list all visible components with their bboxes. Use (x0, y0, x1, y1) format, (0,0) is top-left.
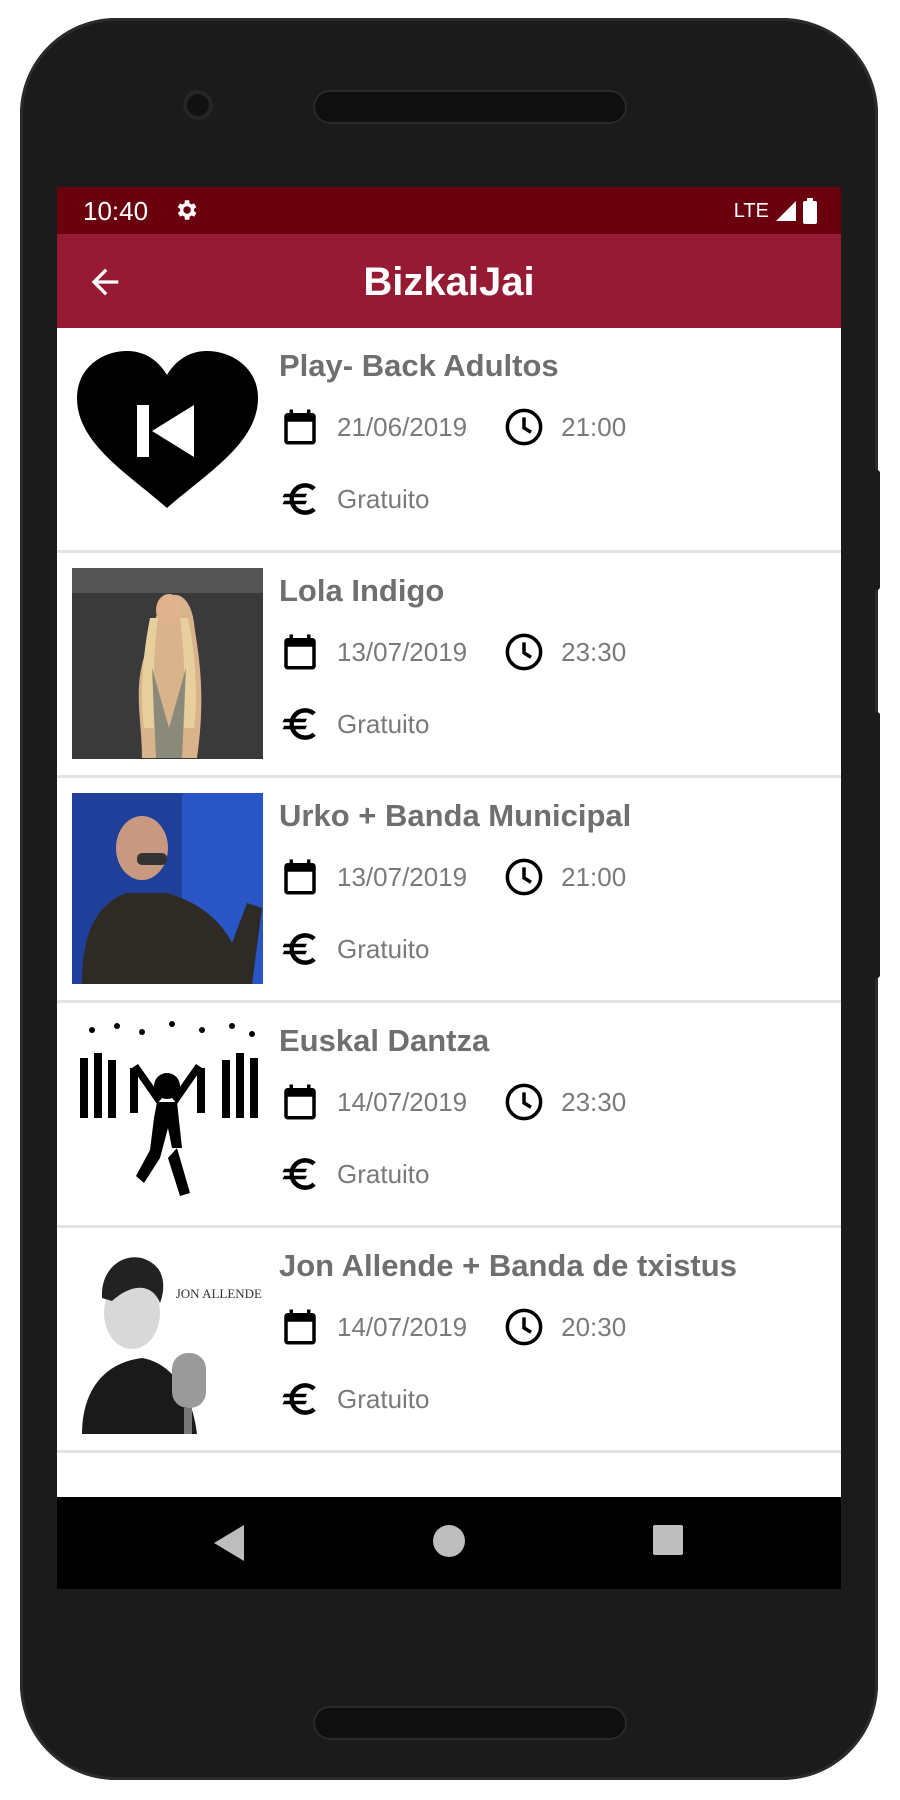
event-title: Euskal Dantza (279, 1023, 490, 1058)
event-item[interactable]: Euskal Dantza 14/07/2019 23:30 Gratuito (57, 1003, 841, 1228)
clock-icon (505, 1308, 543, 1346)
euro-icon (282, 933, 316, 965)
event-item[interactable]: Play- Back Adultos 21/06/2019 21:00 Grat… (57, 328, 841, 553)
event-title: Lola Indigo (279, 573, 445, 608)
event-price-row: Gratuito (279, 703, 430, 745)
event-item[interactable]: Lola Indigo 13/07/2019 23:30 Gratuito (57, 553, 841, 778)
event-list[interactable]: Play- Back Adultos 21/06/2019 21:00 Grat… (57, 328, 841, 1453)
event-date: 13/07/2019 (337, 861, 468, 892)
event-item[interactable]: Urko + Banda Municipal 13/07/2019 21:00 … (57, 778, 841, 1003)
calendar-icon (284, 634, 316, 670)
event-price: Gratuito (337, 483, 430, 514)
battery-icon (803, 198, 817, 224)
event-date: 13/07/2019 (337, 636, 468, 667)
event-time: 21:00 (561, 411, 627, 442)
status-time: 10:40 (83, 196, 149, 226)
front-camera (183, 90, 213, 120)
event-datetime-row: 21/06/2019 21:00 (279, 406, 626, 448)
event-title: Play- Back Adultos (279, 348, 559, 383)
clock-icon (505, 1083, 543, 1121)
clock-icon (505, 408, 543, 446)
event-price-row: Gratuito (279, 1378, 430, 1420)
singer-photo (72, 568, 263, 759)
event-datetime-row: 14/07/2019 20:30 (279, 1306, 626, 1348)
event-title: Jon Allende + Banda de txistus (279, 1248, 737, 1283)
earpiece-speaker (313, 90, 627, 124)
event-time: 21:00 (561, 861, 627, 892)
volume-button (872, 712, 880, 978)
event-datetime-row: 14/07/2019 23:30 (279, 1081, 626, 1123)
navigation-bar (57, 1497, 841, 1589)
event-price: Gratuito (337, 708, 430, 739)
euro-icon (282, 1158, 316, 1190)
event-title: Urko + Banda Municipal (279, 798, 632, 833)
screen: 10:40 LTE BizkaiJai Play- Back Adultos 2… (57, 187, 841, 1589)
nav-back-icon[interactable] (212, 1523, 248, 1563)
event-date: 14/07/2019 (337, 1311, 468, 1342)
app-title: BizkaiJai (363, 260, 535, 304)
event-datetime-row: 13/07/2019 23:30 (279, 631, 626, 673)
event-time: 20:30 (561, 1311, 627, 1342)
bottom-speaker (313, 1706, 627, 1740)
event-price-row: Gratuito (279, 1153, 430, 1195)
clock-icon (505, 858, 543, 896)
event-price-row: Gratuito (279, 478, 430, 520)
euro-icon (282, 483, 316, 515)
dancing-crowd-icon (72, 1018, 263, 1209)
event-price-row: Gratuito (279, 928, 430, 970)
nav-recents-icon[interactable] (651, 1523, 685, 1557)
nav-home-icon[interactable] (431, 1523, 467, 1559)
event-price: Gratuito (337, 1383, 430, 1414)
event-price: Gratuito (337, 933, 430, 964)
calendar-icon (284, 1309, 316, 1345)
event-date: 14/07/2019 (337, 1086, 468, 1117)
calendar-icon (284, 409, 316, 445)
euro-icon (282, 708, 316, 740)
event-time: 23:30 (561, 1086, 627, 1117)
settings-gear-icon (177, 200, 197, 220)
singer-photo (72, 793, 263, 984)
calendar-icon (284, 1084, 316, 1120)
event-datetime-row: 13/07/2019 21:00 (279, 856, 626, 898)
network-label: LTE (733, 199, 769, 222)
signal-icon (776, 201, 796, 221)
heart-rewind-logo (72, 343, 263, 534)
event-item[interactable]: JON ALLENDE Jon Allende + Banda de txist… (57, 1228, 841, 1453)
event-time: 23:30 (561, 636, 627, 667)
power-button (872, 470, 880, 590)
calendar-icon (284, 859, 316, 895)
event-date: 21/06/2019 (337, 411, 468, 442)
app-bar: BizkaiJai (57, 234, 841, 328)
event-price: Gratuito (337, 1158, 430, 1189)
clock-icon (505, 633, 543, 671)
euro-icon (282, 1383, 316, 1415)
singer-photo: JON ALLENDE (72, 1243, 263, 1434)
status-indicators: LTE (734, 196, 817, 226)
album-cover-text: JON ALLENDE (176, 1286, 262, 1301)
status-bar: 10:40 LTE (57, 187, 841, 234)
